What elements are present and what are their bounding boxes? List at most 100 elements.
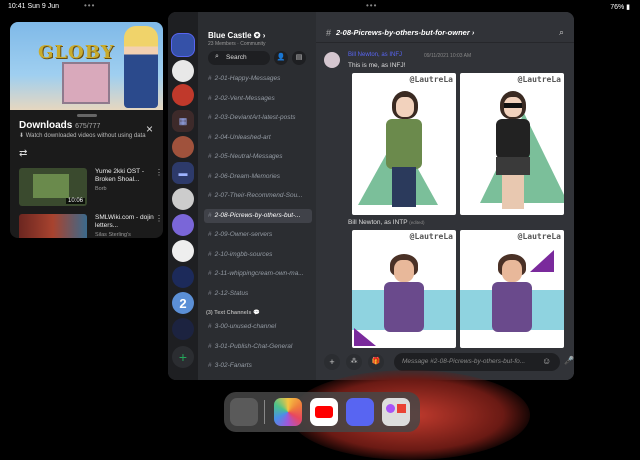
- channel-item[interactable]: #2-06-Dream-Memories: [204, 170, 312, 184]
- video-art-title: GLOBY: [38, 42, 115, 63]
- folder-icon[interactable]: ▬: [172, 162, 194, 184]
- server-icon[interactable]: [172, 318, 194, 340]
- apps-icon[interactable]: ⁂: [346, 354, 362, 370]
- hash-icon: #: [208, 94, 212, 102]
- channel-title[interactable]: 2-08-Picrews-by-others-but-for-owner ›: [336, 28, 474, 37]
- avatar[interactable]: [324, 52, 340, 68]
- art-sunglasses: [504, 103, 522, 108]
- add-server-icon[interactable]: +: [172, 346, 194, 368]
- loop-icon[interactable]: ⇄: [19, 148, 27, 159]
- server-icon[interactable]: [172, 240, 194, 262]
- invite-icon[interactable]: 👤: [274, 51, 288, 65]
- channel-item[interactable]: #3-01-Publish-Chat-General: [204, 340, 312, 354]
- events-icon[interactable]: ▤: [292, 51, 306, 65]
- server-icon[interactable]: [172, 214, 194, 236]
- list-item[interactable]: 10:06 Yume 2kki OST - Broken Shoal... Bo…: [19, 168, 163, 206]
- art-face: [394, 260, 414, 282]
- messenger-icon: [386, 404, 395, 413]
- hash-icon: #: [208, 192, 212, 199]
- picrew-image[interactable]: @LautreLa: [352, 230, 456, 348]
- search-button[interactable]: ⌕ Search: [208, 51, 270, 65]
- video-player[interactable]: GLOBY: [10, 22, 163, 110]
- server-name[interactable]: Blue Castle ✪ ›: [208, 31, 265, 40]
- channel-title-text: 2-08-Picrews-by-others-but-for-owner: [336, 28, 470, 37]
- channel-item[interactable]: #2-03-DeviantArt-latest-posts: [204, 111, 312, 125]
- channel-item[interactable]: #2-10-imgbb-sources: [204, 248, 312, 262]
- channel-name: 2-06-Dream-Memories: [214, 172, 280, 180]
- art-triangle: [530, 250, 554, 272]
- category-header[interactable]: (3) Text Channels 💬: [206, 310, 260, 316]
- channel-name: 2-10-imgbb-sources: [214, 250, 273, 258]
- video-channel: Silas Sterling's: [95, 232, 131, 238]
- server-icon-two[interactable]: 2: [172, 292, 194, 314]
- server-icon[interactable]: [172, 136, 194, 158]
- multitask-dots-left[interactable]: •••: [84, 1, 95, 10]
- video-thumbnail[interactable]: [19, 214, 87, 238]
- server-icon-blue-castle[interactable]: [172, 34, 194, 56]
- more-options-icon[interactable]: ⋮: [155, 214, 163, 223]
- picrew-image[interactable]: @LautreLa: [460, 230, 564, 348]
- channel-item[interactable]: #2-04-Unleashed-art: [204, 131, 312, 145]
- channel-item[interactable]: #2-11-whippingcream-own-ma...: [204, 267, 312, 281]
- server-folder-icon[interactable]: ▦: [172, 110, 194, 132]
- hash-icon: #: [208, 231, 212, 238]
- discord-app-icon[interactable]: [346, 398, 374, 426]
- youtube-app-icon[interactable]: [310, 398, 338, 426]
- close-icon[interactable]: ×: [146, 122, 153, 136]
- message-author[interactable]: Bill Newton, as INFJ: [348, 52, 402, 58]
- message-timestamp: 09/11/2021 10:03 AM: [424, 53, 472, 59]
- more-options-icon[interactable]: ⋮: [155, 168, 163, 177]
- search-icon: ⌕: [215, 53, 219, 60]
- art-face: [396, 97, 414, 117]
- channel-name: 2-02-Vent-Messages: [214, 94, 275, 102]
- channel-item[interactable]: #2-07-Their-Recommend-Sou...: [204, 189, 312, 203]
- server-icon[interactable]: [172, 60, 194, 82]
- channel-item[interactable]: #2-12-Status: [204, 287, 312, 301]
- message-input[interactable]: Message #2-08-Picrews-by-others-but-fo..…: [394, 353, 560, 371]
- channel-name: 3-01-Publish-Chat-General: [214, 342, 293, 350]
- video-title[interactable]: Yume 2kki OST - Broken Shoal...: [95, 168, 155, 185]
- art-skirt: [496, 157, 530, 175]
- picrew-image[interactable]: @LautreLa: [352, 73, 456, 215]
- channel-name: 3-00-unused-channel: [214, 323, 277, 330]
- video-channel: Borb: [95, 186, 107, 192]
- hash-icon: #: [326, 28, 332, 38]
- video-thumbnail[interactable]: 10:06: [19, 168, 87, 206]
- server-icon[interactable]: [172, 188, 194, 210]
- channel-name: 2-12-Status: [214, 289, 249, 297]
- multitask-dots-right[interactable]: •••: [366, 1, 377, 10]
- plus-icon[interactable]: +: [324, 354, 340, 370]
- channel-item[interactable]: #2-05-Neutral-Messages: [204, 150, 312, 164]
- channel-item[interactable]: #2-09-Owner-servers: [204, 228, 312, 242]
- emoji-icon[interactable]: ☺: [542, 356, 551, 366]
- image-watermark: @LautreLa: [409, 75, 453, 84]
- channel-item[interactable]: #2-02-Vent-Messages: [204, 92, 312, 106]
- channel-name: 2-07-Their-Recommend-Sou...: [214, 192, 303, 199]
- message-text: This is me, as INFJ!: [348, 62, 406, 69]
- channel-item[interactable]: #3-00-unused-channel: [204, 320, 312, 334]
- message2-text: Bill Newton, as INTP: [348, 219, 408, 226]
- art-legs: [502, 175, 524, 209]
- video-title[interactable]: SMLWiki.com - dojin letters...: [95, 214, 155, 231]
- drag-handle[interactable]: [76, 114, 97, 117]
- channel-item[interactable]: #3-03-Ideas-and-Feedback: [204, 379, 312, 381]
- server-icon[interactable]: [172, 84, 194, 106]
- video-art-character: [124, 26, 158, 108]
- downloads-subtitle-row: ⬇ Watch downloaded videos without using …: [19, 133, 146, 139]
- gift-icon[interactable]: 🎁: [368, 354, 384, 370]
- picrew-image[interactable]: @LautreLa: [460, 73, 564, 215]
- channel-item[interactable]: #2-01-Happy-Messages: [204, 72, 312, 86]
- downloads-count: 675/777: [75, 123, 101, 130]
- search-icon[interactable]: ⌕: [559, 27, 564, 38]
- messenger-gmail-icon[interactable]: [382, 398, 410, 426]
- list-item[interactable]: SMLWiki.com - dojin letters... Silas Ste…: [19, 214, 163, 238]
- mic-icon[interactable]: 🎤: [564, 356, 574, 365]
- art-body: [492, 282, 532, 332]
- app-library-icon[interactable]: [230, 398, 258, 426]
- hash-icon: #: [208, 211, 212, 219]
- channel-item[interactable]: #2-08-Picrews-by-others-but-...: [204, 208, 312, 223]
- server-icon[interactable]: [172, 266, 194, 288]
- photos-app-icon[interactable]: [274, 398, 302, 426]
- channel-item[interactable]: #3-02-Fanarts: [204, 359, 312, 373]
- art-body: [386, 119, 422, 169]
